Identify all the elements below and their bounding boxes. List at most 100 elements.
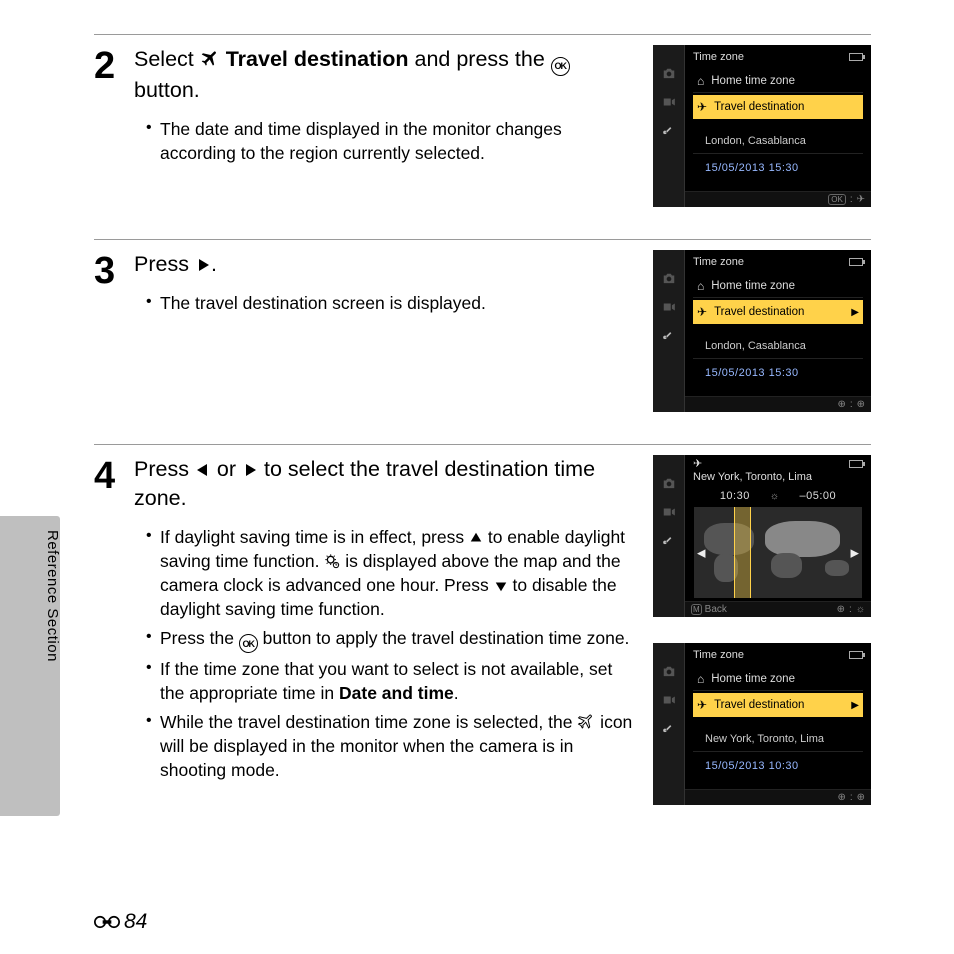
text: . <box>211 252 217 276</box>
back-label: Back <box>705 604 727 615</box>
plane-icon: ✈ <box>697 698 707 712</box>
label: Travel destination <box>714 101 804 113</box>
dst-icon <box>324 553 340 569</box>
plane-icon: ✈ <box>697 100 707 114</box>
text: Press <box>134 252 195 276</box>
plane-icon: ✈ <box>693 457 702 470</box>
triangle-right-icon <box>242 462 258 478</box>
time-local: 10:30 <box>720 490 750 502</box>
bullet: The date and time displayed in the monit… <box>146 117 633 165</box>
home-icon: ⌂ <box>697 279 704 293</box>
menu-item-travel[interactable]: ✈ Travel destination <box>693 95 863 119</box>
menu-item-travel[interactable]: ✈ Travel destination ▶ <box>693 693 863 717</box>
text: button. <box>134 78 200 102</box>
step-body: Select Travel destination and press the … <box>134 45 653 219</box>
battery-icon <box>849 651 863 659</box>
camera-screen-1: Time zone ⌂Home time zone ✈ Travel destin… <box>653 45 871 207</box>
bullet: While the travel destination time zone i… <box>146 710 633 782</box>
video-icon <box>662 505 676 519</box>
lcd-location: New York, Toronto, Lima <box>693 471 863 483</box>
step-number: 3 <box>94 250 134 424</box>
plane-icon: ✈ <box>697 305 707 319</box>
triangle-down-icon <box>494 579 508 593</box>
section-label: Reference Section <box>44 530 61 662</box>
menu-item-home[interactable]: ⌂Home time zone <box>693 667 863 691</box>
lcd-footer: ⊕:⊕ <box>685 396 871 412</box>
lcd-times: 10:30 ☼ –05:00 <box>685 487 871 504</box>
arrow-right-icon[interactable]: ▶ <box>851 546 859 559</box>
lcd-sidebar <box>653 455 685 617</box>
plane-icon <box>200 48 220 68</box>
home-icon: ⌂ <box>697 74 704 88</box>
lcd-footer: ⊕:⊕ <box>685 789 871 805</box>
step-number: 2 <box>94 45 134 219</box>
bullet-list: The date and time displayed in the monit… <box>134 117 633 165</box>
menu-item-home[interactable]: ⌂Home time zone <box>693 69 863 93</box>
bullet-list: The travel destination screen is display… <box>134 291 633 315</box>
world-map[interactable]: ◀ ▶ <box>693 506 863 599</box>
ok-icon: OK <box>239 634 258 653</box>
arrow-left-icon[interactable]: ◀ <box>697 546 705 559</box>
page-number: 84 <box>124 910 147 934</box>
lcd-stack: ✈ New York, Toronto, Lima 10:30 ☼ –05:00 <box>653 455 871 817</box>
step-body: Press . The travel destination screen is… <box>134 250 653 424</box>
step-heading: Press or to select the travel destinatio… <box>134 455 633 513</box>
manual-page: Reference Section 2 Select Travel destin… <box>0 0 954 954</box>
text-bold: Travel destination <box>226 47 409 71</box>
video-icon <box>662 693 676 707</box>
text: While the travel destination time zone i… <box>160 712 577 732</box>
text: If daylight saving time is in effect, pr… <box>160 527 469 547</box>
menu-item-home[interactable]: ⌂ Home time zone <box>693 274 863 298</box>
bullet: If the time zone that you want to select… <box>146 657 633 705</box>
lcd-title: Time zone <box>693 256 744 268</box>
battery-icon <box>849 460 863 468</box>
step-number: 4 <box>94 455 134 817</box>
step-4: 4 Press or to select the travel destinat… <box>0 445 954 837</box>
triangle-left-icon <box>195 462 211 478</box>
ok-icon: OK <box>551 57 570 76</box>
lcd-location: London, Casablanca <box>693 121 863 154</box>
camera-icon <box>662 665 676 679</box>
lcd-sidebar <box>653 45 685 207</box>
camera-screen-2: Time zone ⌂ Home time zone ✈Travel destin… <box>653 250 871 412</box>
label: Home time zone <box>711 673 795 685</box>
bullet: Press the OK button to apply the travel … <box>146 626 633 654</box>
page-footer: 84 <box>94 910 147 934</box>
chevron-right-icon: ▶ <box>851 700 859 711</box>
link-icon <box>94 913 120 931</box>
chevron-right-icon: ▶ <box>851 307 859 318</box>
camera-icon <box>662 67 676 81</box>
lcd-datetime: 15/05/2013 10:30 <box>693 752 863 772</box>
battery-icon <box>849 258 863 266</box>
lcd-footer: OK:✈ <box>685 191 871 207</box>
text: Press <box>134 457 195 481</box>
bullet: The travel destination screen is display… <box>146 291 633 315</box>
text: and press the <box>409 47 551 71</box>
battery-icon <box>849 53 863 61</box>
lcd-datetime: 15/05/2013 15:30 <box>693 359 863 379</box>
step-heading: Select Travel destination and press the … <box>134 45 633 105</box>
lcd-title: Time zone <box>693 51 744 63</box>
text: Select <box>134 47 200 71</box>
wrench-icon <box>662 721 676 735</box>
camera-screen-map: ✈ New York, Toronto, Lima 10:30 ☼ –05:00 <box>653 455 871 617</box>
text-bold: Date and time <box>339 683 454 703</box>
bullet-list: If daylight saving time is in effect, pr… <box>134 525 633 782</box>
wrench-icon <box>662 123 676 137</box>
camera-icon <box>662 477 676 491</box>
label: Home time zone <box>711 280 795 292</box>
step-3: 3 Press . The travel destination screen … <box>0 240 954 444</box>
plane-outline-icon <box>577 712 595 730</box>
time-offset: –05:00 <box>800 490 837 502</box>
step-body: Press or to select the travel destinatio… <box>134 455 653 817</box>
video-icon <box>662 95 676 109</box>
step-heading: Press . <box>134 250 633 279</box>
text: . <box>454 683 459 703</box>
text: or <box>211 457 242 481</box>
camera-icon <box>662 272 676 286</box>
label: Travel destination <box>714 699 804 711</box>
lcd-location: New York, Toronto, Lima <box>693 719 863 752</box>
text: Press the <box>160 628 239 648</box>
lcd-sidebar <box>653 250 685 412</box>
menu-item-travel[interactable]: ✈Travel destination▶ <box>693 300 863 324</box>
